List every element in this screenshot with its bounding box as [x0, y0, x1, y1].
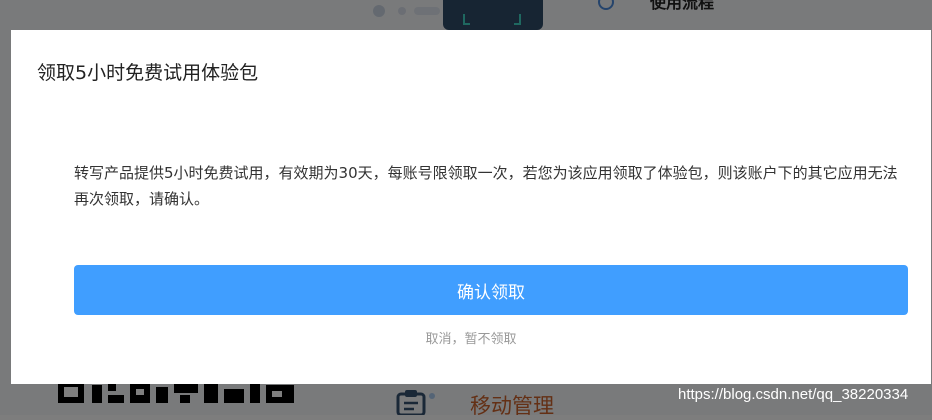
watermark-text: https://blog.csdn.net/qq_38220334 — [678, 386, 909, 403]
dialog-message: 转写产品提供5小时免费试用，有效期为30天，每账号限领取一次，若您为该应用领取了… — [74, 164, 898, 208]
cancel-link[interactable]: 取消，暂不领取 — [11, 328, 931, 347]
trial-package-dialog: 领取5小时免费试用体验包 转写产品提供5小时免费试用，有效期为30天，每账号限领… — [11, 30, 931, 384]
dialog-title: 领取5小时免费试用体验包 — [37, 62, 259, 84]
confirm-claim-button[interactable]: 确认领取 — [74, 265, 908, 315]
